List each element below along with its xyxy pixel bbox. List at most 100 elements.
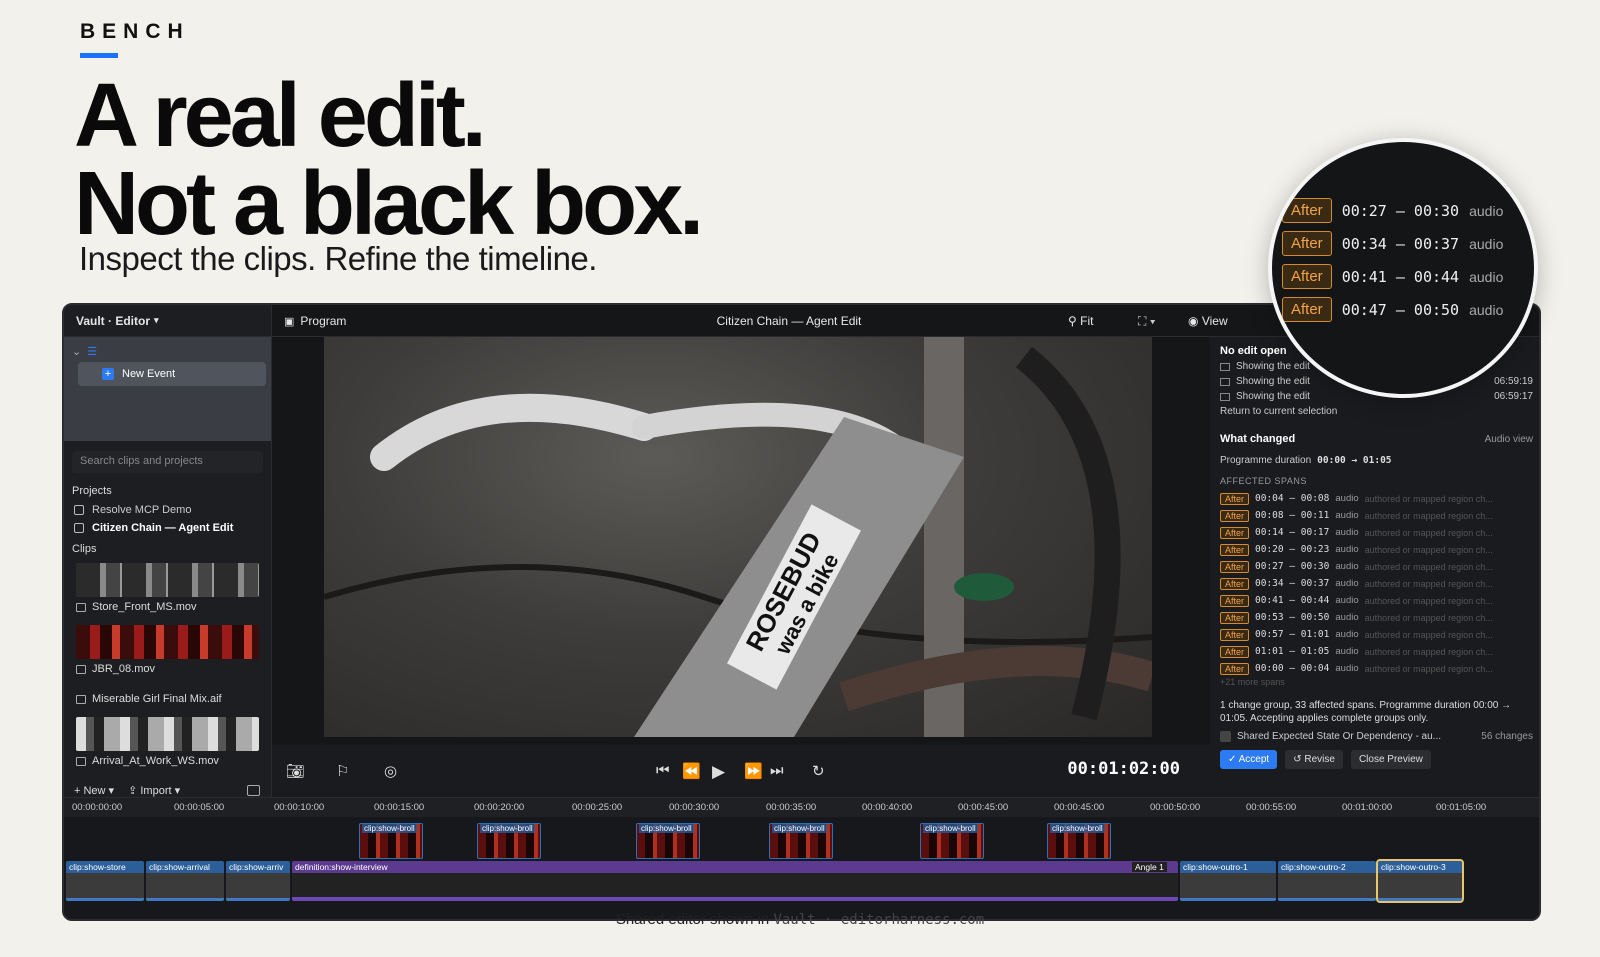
magnifier-callout: After 00:27 – 00:30 audio After 00:34 – 00:3… (1268, 138, 1538, 398)
what-changed-heading: What changed (1220, 433, 1296, 445)
timeline-clip-selected[interactable]: clip:show-outro-3 (1376, 859, 1464, 903)
view-label: View (1201, 314, 1228, 328)
step-back-icon[interactable]: ⏪ (682, 762, 701, 780)
span-row[interactable]: After 01:01 – 01:05 audio authored or mappe… (1220, 643, 1533, 660)
clip-item[interactable]: Miserable Girl Final Mix.aif (64, 683, 271, 713)
video-frame[interactable]: ROSEBUD was a bike (324, 337, 1152, 737)
span-row[interactable]: After 00:53 – 00:50 audio authored or mappe… (1220, 609, 1533, 626)
dependency-checkbox[interactable] (1220, 731, 1231, 742)
audio-view-toggle[interactable]: Audio view (1485, 434, 1533, 445)
fit-button[interactable]: ⚲ Fit (1068, 314, 1093, 328)
close-preview-button[interactable]: Close Preview (1350, 750, 1431, 769)
skip-start-icon[interactable]: ⏮ (656, 762, 670, 779)
clip-name: clip:show-arrival (149, 862, 210, 872)
revise-button[interactable]: ↺ Revise (1285, 750, 1343, 769)
timeline-clip[interactable]: clip:show-store (66, 861, 144, 901)
project-item[interactable]: Resolve MCP Demo (64, 501, 271, 519)
image-icon (1220, 392, 1230, 401)
span-type: audio (1335, 595, 1359, 606)
loop-icon[interactable]: ↻ (812, 762, 825, 780)
broll-clip[interactable]: clip:show-broll (359, 823, 423, 859)
span-row[interactable]: After 00:08 – 00:11 audio authored or mappe… (1220, 507, 1533, 524)
span-time: 00:34 – 00:37 (1341, 234, 1460, 253)
library-footer: + New ▾ ⇪ Import ▾ (64, 784, 272, 797)
new-button[interactable]: + New ▾ (74, 784, 114, 797)
timeline-clip[interactable]: clip:show-arrival (146, 861, 224, 901)
ruler-tick-label: 00:00:20:00 (474, 802, 525, 813)
span-row[interactable]: After 00:00 – 00:04 audio authored or mappe… (1220, 660, 1533, 677)
after-badge: After (1220, 509, 1250, 522)
view-button[interactable]: ◉ View (1188, 314, 1228, 328)
span-time: 00:14 – 00:17 (1255, 527, 1330, 538)
broll-clip[interactable]: clip:show-broll (769, 823, 833, 859)
span-row[interactable]: After 00:41 – 00:44 audio authored or mappe… (1220, 592, 1533, 609)
span-time: 00:00 – 00:04 (1255, 663, 1330, 674)
new-event-button[interactable]: + New Event (78, 362, 266, 386)
layout-icon[interactable] (247, 785, 260, 796)
timeline-clip[interactable]: clip:show-outro-1 (1180, 861, 1276, 901)
clip-thumbnail[interactable] (76, 563, 259, 597)
workspace-switcher[interactable]: Vault · Editor ▾ (64, 305, 271, 337)
more-spans[interactable]: +21 more spans (1220, 677, 1533, 687)
clip-item[interactable]: Arrival_At_Work_WS.mov (64, 753, 271, 775)
revise-label: Revise (1304, 754, 1335, 765)
ruler-tick-label: 00:00:35:00 (766, 802, 817, 813)
return-link[interactable]: Return to current selection (1220, 406, 1533, 417)
step-forward-icon[interactable]: ⏩ (744, 762, 763, 780)
broll-clip[interactable]: clip:show-broll (920, 823, 984, 859)
bike-photo: ROSEBUD was a bike (324, 337, 1152, 737)
span-time: 00:27 – 00:30 (1341, 201, 1460, 220)
span-time: 00:04 – 00:08 (1255, 493, 1330, 504)
camera-icon[interactable]: 📷︎ (286, 762, 305, 780)
broll-clip[interactable]: clip:show-broll (636, 823, 700, 859)
span-time: 00:20 – 00:23 (1255, 544, 1330, 555)
after-badge: After (1220, 645, 1250, 658)
span-time: 00:53 – 00:50 (1255, 612, 1330, 623)
interview-clip[interactable]: definition:show-interview Angle 1 (292, 861, 1178, 901)
chevron-down-icon[interactable]: ⌄ (72, 345, 81, 358)
project-label: Resolve MCP Demo (92, 504, 192, 516)
subheadline: Inspect the clips. Refine the timeline. (79, 240, 597, 277)
broll-clip[interactable]: clip:show-broll (477, 823, 541, 859)
search-input[interactable]: Search clips and projects (72, 451, 263, 473)
clip-item[interactable]: Store_Front_MS.mov (64, 599, 271, 621)
accept-button[interactable]: ✓ Accept (1220, 750, 1278, 769)
span-row[interactable]: After 00:04 – 00:08 audio authored or mappe… (1220, 490, 1533, 507)
clip-thumbnail[interactable] (76, 625, 259, 659)
target-icon[interactable]: ◎ (384, 762, 397, 780)
span-row[interactable]: After 00:14 – 00:17 audio authored or mappe… (1220, 524, 1533, 541)
library-panel: Vault · Editor ▾ ⌄ ☰ + New Event Search … (64, 305, 272, 805)
bookmark-icon[interactable]: ⚐ (336, 762, 349, 780)
footer-text: Shared editor shown in (615, 911, 770, 928)
broll-clip[interactable]: clip:show-broll (1047, 823, 1111, 859)
span-note: authored or mapped region ch... (1364, 527, 1493, 538)
project-item-active[interactable]: Citizen Chain — Agent Edit (64, 519, 271, 537)
clip-thumbnail[interactable] (76, 717, 259, 751)
timeline-ruler[interactable]: 00:00:00:00 00:00:05:00 00:00:10:00 00:00:1… (64, 797, 1539, 817)
clip-label: Arrival_At_Work_WS.mov (92, 755, 219, 767)
lock-icon (74, 505, 84, 515)
span-row[interactable]: After 00:20 – 00:23 audio authored or mappe… (1220, 541, 1533, 558)
skip-end-icon[interactable]: ⏭ (770, 762, 784, 779)
editor-window: Vault · Editor ▾ ⌄ ☰ + New Event Search … (62, 303, 1541, 921)
timeline-clip[interactable]: clip:show-arriv (226, 861, 290, 901)
span-note: authored or mapped region ch... (1364, 510, 1493, 521)
after-badge: After (1220, 662, 1250, 675)
span-row[interactable]: After 00:27 – 00:30 audio authored or mappe… (1220, 558, 1533, 575)
affected-spans-list: After 00:04 – 00:08 audio authored or mappe… (1220, 490, 1533, 677)
clip-name: clip:show-outro-3 (1381, 862, 1446, 872)
ruler-tick-label: 00:00:05:00 (174, 802, 225, 813)
clip-item[interactable]: JBR_08.mov (64, 661, 271, 683)
fullscreen-button[interactable]: ⛶ ▾ (1138, 314, 1156, 329)
span-row[interactable]: After 00:57 – 01:01 audio authored or mappe… (1220, 626, 1533, 643)
span-row[interactable]: After 00:34 – 00:37 audio authored or mappe… (1220, 575, 1533, 592)
timeline-clip[interactable]: clip:show-outro-2 (1278, 861, 1376, 901)
broll-clip-label: clip:show-broll (1050, 824, 1105, 833)
timeline-tracks: clip:show-broll clip:show-broll clip:sho… (64, 817, 1539, 919)
timecode-display: 00:01:02:00 (1067, 759, 1180, 779)
span-time: 00:34 – 00:37 (1255, 578, 1330, 589)
projects-heading: Projects (72, 485, 112, 497)
import-button[interactable]: ⇪ Import ▾ (128, 784, 180, 797)
play-icon[interactable]: ▶ (712, 762, 725, 782)
clip-name: clip:show-arriv (229, 862, 284, 872)
